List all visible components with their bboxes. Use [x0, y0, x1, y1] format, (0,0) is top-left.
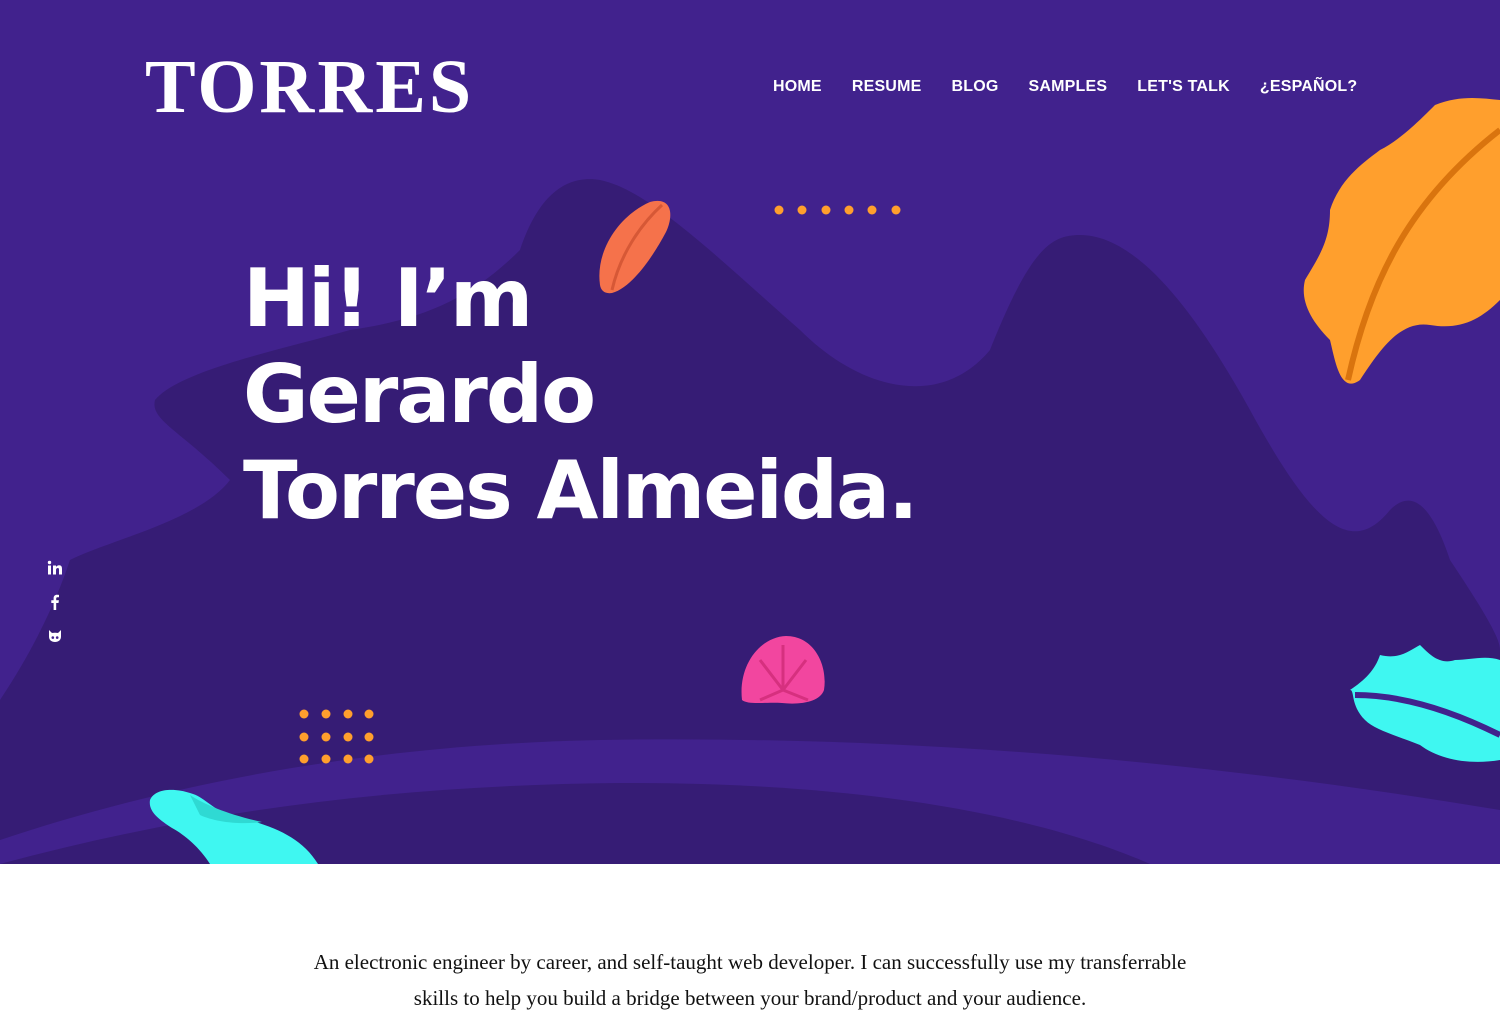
nav-link-lets-talk[interactable]: LET'S TALK	[1137, 78, 1230, 95]
hero-headline: Hi! I’m Gerardo Torres Almeida.	[243, 251, 919, 539]
nav-link-blog[interactable]: BLOG	[951, 78, 998, 95]
github-link[interactable]	[45, 628, 65, 648]
headline-line-1: Hi! I’m	[243, 252, 533, 345]
nav-item-samples: SAMPLES	[1029, 77, 1108, 97]
social-links	[45, 560, 67, 648]
site-logo[interactable]: TORRES	[145, 47, 474, 127]
facebook-link[interactable]	[45, 594, 65, 614]
linkedin-icon	[47, 560, 62, 575]
intro-paragraph: An electronic engineer by career, and se…	[313, 950, 1187, 1010]
linkedin-link[interactable]	[45, 560, 65, 580]
nav-list: HOME RESUME BLOG SAMPLES LET'S TALK ¿ESP…	[773, 77, 1357, 97]
headline-line-3: Torres Almeida.	[243, 444, 919, 537]
nav-item-home: HOME	[773, 77, 822, 97]
nav-item-resume: RESUME	[852, 77, 922, 97]
nav-item-espanol: ¿ESPAÑOL?	[1260, 77, 1358, 97]
nav-item-blog: BLOG	[951, 77, 998, 97]
headline-line-2: Gerardo	[243, 348, 596, 441]
nav-link-home[interactable]: HOME	[773, 78, 822, 95]
github-icon	[49, 630, 61, 642]
nav-link-espanol[interactable]: ¿ESPAÑOL?	[1260, 78, 1358, 95]
hero-section: TORRES HOME RESUME BLOG SAMPLES LET'S TA…	[0, 0, 1500, 864]
facebook-icon	[51, 594, 59, 610]
nav-item-lets-talk: LET'S TALK	[1137, 77, 1230, 97]
dot-row-decoration	[774, 205, 901, 215]
nav-link-samples[interactable]: SAMPLES	[1029, 78, 1108, 95]
nav-link-resume[interactable]: RESUME	[852, 78, 922, 95]
